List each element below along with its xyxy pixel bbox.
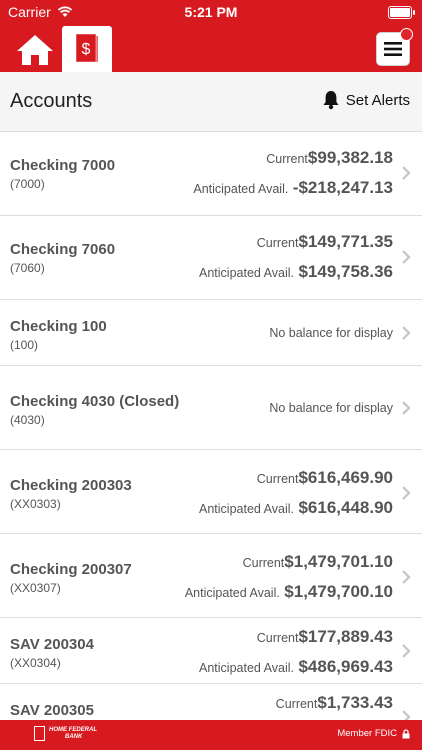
current-balance: Current$149,771.35 [257,232,393,252]
account-number: (100) [10,338,39,352]
bank-logo: HOME FEDERAL BANK [34,726,97,741]
current-balance: Current$1,479,701.10 [243,552,393,572]
status-bar: Carrier 5:21 PM [0,0,422,26]
fdic-label: Member FDIC [337,728,397,739]
chevron-right-icon [402,250,411,264]
dollar-document-icon: $ [75,33,98,63]
set-alerts-button[interactable]: Set Alerts [322,90,410,110]
account-name: Checking 100 [10,318,107,335]
bank-logo-line1: HOME FEDERAL [49,726,97,733]
footer-bar: HOME FEDERAL BANK Member FDIC [0,720,422,750]
current-value: $616,469.90 [298,468,393,487]
anticipated-value: -$218,247.13 [292,178,393,197]
account-row[interactable]: Checking 200307 (XX0307) Current$1,479,7… [0,534,422,618]
set-alerts-label: Set Alerts [345,91,410,109]
bank-logo-icon [34,726,45,741]
account-row[interactable]: Checking 7060 (7060) Current$149,771.35 … [0,216,422,300]
bank-logo-line2: BANK [65,733,83,740]
battery-icon [388,6,415,19]
bell-icon [323,91,339,110]
account-number: (4030) [10,413,45,427]
page-title: Accounts [10,90,93,112]
account-name: Checking 200307 [10,561,132,578]
current-value: $149,771.35 [298,232,393,251]
current-value: $1,479,701.10 [284,552,393,571]
anticipated-value: $1,479,700.10 [284,582,393,601]
no-balance-text: No balance for display [269,401,393,415]
account-row[interactable]: SAV 200304 (XX0304) Current$177,889.43 A… [0,618,422,684]
account-number: (XX0307) [10,581,61,595]
current-value: $177,889.43 [298,627,393,646]
account-row[interactable]: Checking 7000 (7000) Current$99,382.18 A… [0,132,422,216]
chevron-right-icon [402,486,411,500]
chevron-right-icon [402,710,411,720]
anticipated-balance: Anticipated Avail. -$218,247.13 [193,178,393,198]
anticipated-balance: Anticipated Avail. $149,758.36 [199,262,393,282]
current-value: $99,382.18 [307,148,393,167]
account-number: (XX0303) [10,497,61,511]
anticipated-label: Anticipated Avail. [193,182,289,196]
current-label: Current [256,472,299,486]
account-number: (7000) [10,177,45,191]
account-name: SAV 200304 [10,636,94,653]
home-tab[interactable] [14,32,56,68]
current-balance: Current$616,469.90 [257,468,393,488]
anticipated-balance: Anticipated Avail. $1,479,700.10 [185,582,393,602]
chevron-right-icon [402,401,411,415]
no-balance-text: No balance for display [269,326,393,340]
menu-button[interactable] [376,28,413,66]
accounts-tab[interactable]: $ [62,26,112,72]
current-balance: Current$1,733.43 [276,693,393,713]
anticipated-balance: Anticipated Avail. $486,969.43 [199,657,393,677]
account-number: (7060) [10,261,45,275]
accounts-list: Checking 7000 (7000) Current$99,382.18 A… [0,132,422,720]
chevron-right-icon [402,326,411,340]
current-label: Current [256,236,299,250]
current-label: Current [256,631,299,645]
fdic-notice: Member FDIC [337,728,410,739]
anticipated-balance: Anticipated Avail. $616,448.90 [199,498,393,518]
anticipated-label: Anticipated Avail. [184,586,280,600]
current-label: Current [242,556,285,570]
anticipated-value: $616,448.90 [298,498,393,517]
notification-dot [400,28,413,41]
current-balance: Current$177,889.43 [257,627,393,647]
chevron-right-icon [402,570,411,584]
anticipated-value: $486,969.43 [298,657,393,676]
svg-text:$: $ [82,41,91,58]
top-nav: $ [0,26,422,72]
account-name: Checking 7060 [10,241,116,258]
anticipated-value: $149,758.36 [298,262,393,281]
account-number: (XX0304) [10,656,61,670]
current-value: $1,733.43 [317,693,393,712]
current-label: Current [266,152,308,166]
current-balance: Current$99,382.18 [266,148,393,168]
bank-logo-text: HOME FEDERAL BANK [49,727,97,741]
lock-icon [402,728,410,738]
account-name: Checking 7000 [10,157,116,174]
anticipated-label: Anticipated Avail. [199,661,294,675]
anticipated-label: Anticipated Avail. [199,266,294,280]
account-name: SAV 200305 [10,702,94,719]
chevron-right-icon [402,644,411,658]
hamburger-icon [384,42,402,56]
account-row[interactable]: Checking 200303 (XX0303) Current$616,469… [0,450,422,534]
chevron-right-icon [402,166,411,180]
account-row[interactable]: Checking 4030 (Closed) (4030) No balance… [0,366,422,450]
anticipated-label: Anticipated Avail. [199,502,294,516]
page-header: Accounts Set Alerts [0,72,422,132]
account-row[interactable]: SAV 200305 Current$1,733.43 [0,684,422,720]
clock: 5:21 PM [184,4,238,20]
account-row[interactable]: Checking 100 (100) No balance for displa… [0,300,422,366]
current-label: Current [275,697,318,711]
account-name: Checking 200303 [10,477,132,494]
account-name: Checking 4030 (Closed) [10,393,180,410]
house-icon [17,35,53,65]
